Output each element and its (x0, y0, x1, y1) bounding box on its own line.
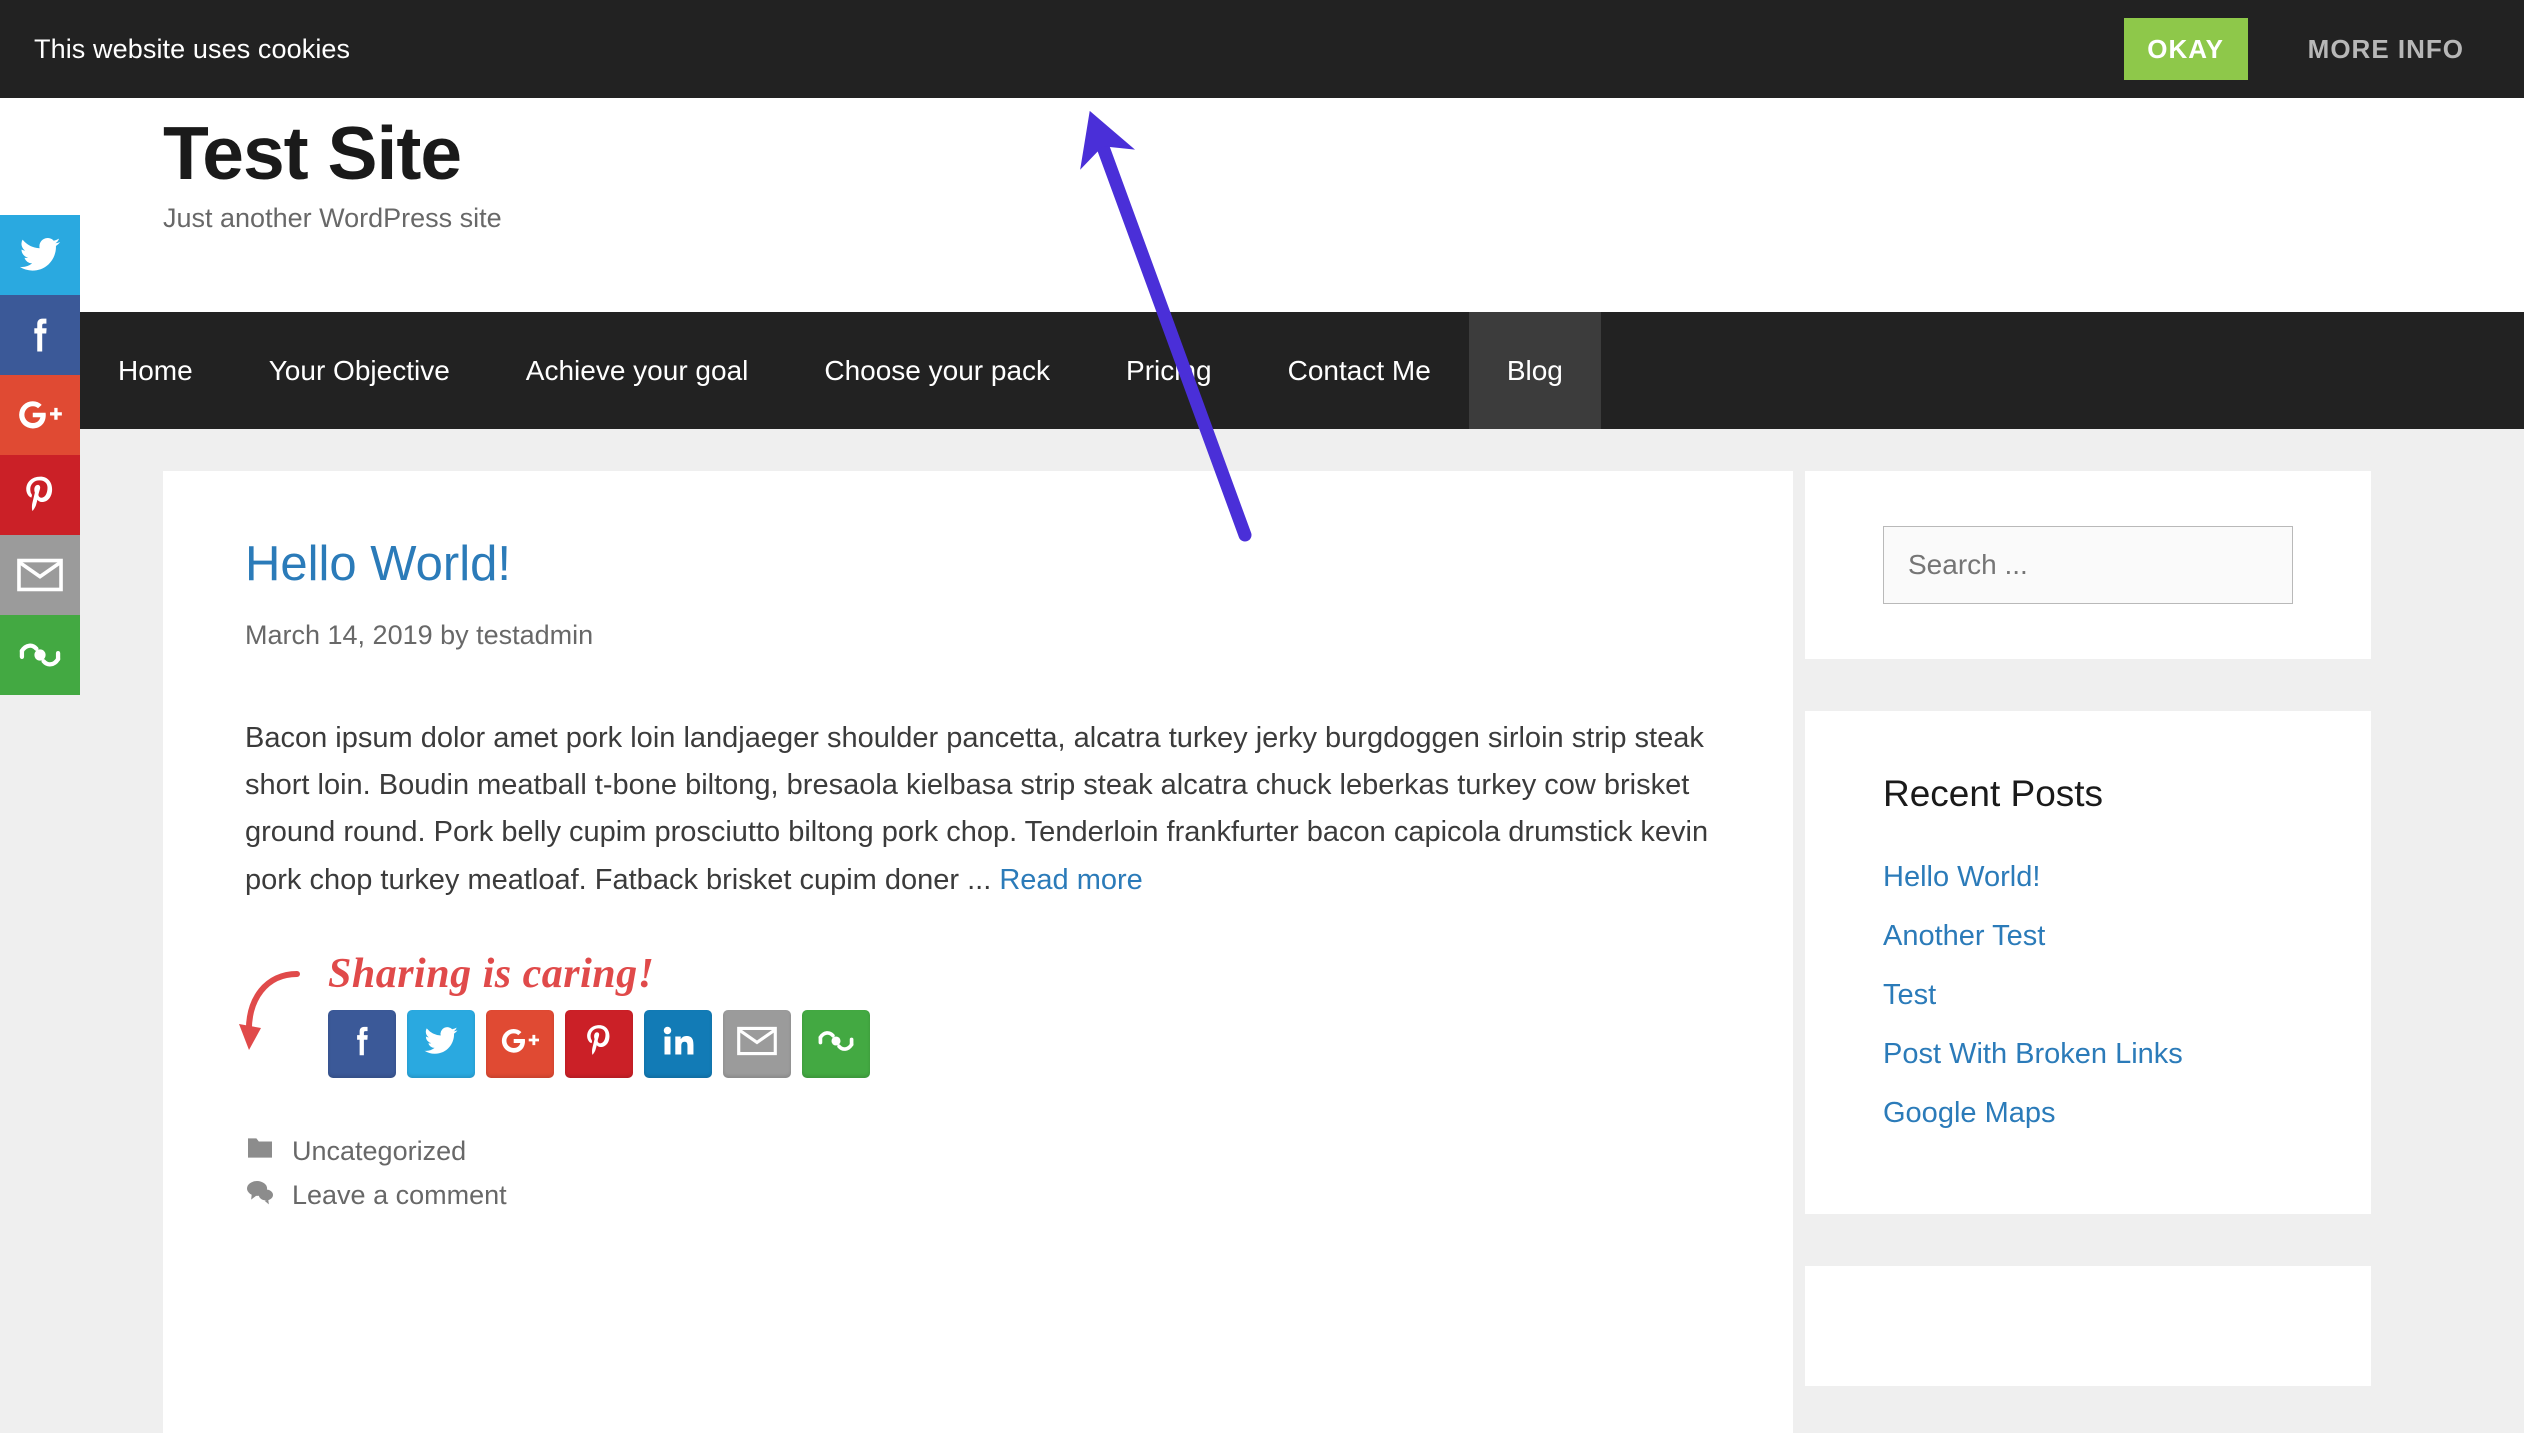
main-navigation: Home Your Objective Achieve your goal Ch… (80, 312, 2524, 429)
facebook-icon (18, 313, 62, 357)
share-twitter-button[interactable] (407, 1009, 475, 1078)
nav-item-your-objective[interactable]: Your Objective (231, 312, 488, 429)
sidebar: Recent Posts Hello World! Another Test T… (1805, 471, 2371, 1433)
rail-email-button[interactable] (0, 535, 80, 615)
nav-item-contact-me[interactable]: Contact Me (1250, 312, 1469, 429)
email-icon (737, 1026, 777, 1061)
share-linkedin-button[interactable] (644, 1009, 712, 1078)
post-excerpt: Bacon ipsum dolor amet pork loin landjae… (245, 715, 1711, 904)
nav-item-achieve-your-goal[interactable]: Achieve your goal (488, 312, 787, 429)
rail-share-button[interactable] (0, 615, 80, 695)
site-header: Test Site Just another WordPress site (0, 98, 2524, 312)
list-item: Test (1883, 979, 2293, 1012)
recent-posts-title: Recent Posts (1883, 773, 2104, 814)
cookie-message: This website uses cookies (34, 33, 351, 64)
list-item: Google Maps (1883, 1097, 2293, 1130)
content-area: Hello World! March 14, 2019 by testadmin… (0, 429, 2524, 1433)
googleplus-icon (17, 392, 63, 438)
nav-list: Home Your Objective Achieve your goal Ch… (80, 312, 2524, 429)
share-heading: Sharing is caring! (328, 950, 655, 997)
share-button-row (328, 1009, 1711, 1078)
share-facebook-button[interactable] (328, 1009, 396, 1078)
post-category-link[interactable]: Uncategorized (292, 1136, 466, 1167)
recent-post-link-test[interactable]: Test (1883, 979, 1936, 1011)
recent-post-link-google-maps[interactable]: Google Maps (1883, 1097, 2056, 1129)
post-title-link[interactable]: Hello World! (245, 535, 511, 594)
share-email-button[interactable] (723, 1009, 791, 1078)
read-more-link[interactable]: Read more (999, 864, 1142, 896)
share-pinterest-button[interactable] (565, 1009, 633, 1078)
leave-comment-link[interactable]: Leave a comment (292, 1180, 507, 1211)
rail-googleplus-button[interactable] (0, 375, 80, 455)
social-share-rail (0, 215, 80, 695)
post-footer: Uncategorized Leave a comment (245, 1136, 1711, 1294)
widget-placeholder (1805, 1266, 2371, 1386)
folder-icon (245, 1136, 275, 1167)
twitter-icon (18, 233, 62, 277)
share-icon (17, 635, 63, 675)
twitter-icon (423, 1023, 459, 1064)
nav-item-home[interactable]: Home (80, 312, 231, 429)
linkedin-icon (660, 1023, 696, 1064)
recent-posts-list: Hello World! Another Test Test Post With… (1883, 861, 2293, 1130)
email-icon (17, 557, 63, 593)
nav-item-choose-your-pack[interactable]: Choose your pack (786, 312, 1088, 429)
cookie-more-info-link[interactable]: MORE INFO (2308, 34, 2464, 65)
facebook-icon (343, 1022, 381, 1065)
cookie-consent-banner: This website uses cookies OKAY MORE INFO (0, 0, 2524, 98)
site-title[interactable]: Test Site (163, 112, 462, 195)
cookie-actions: OKAY MORE INFO (2123, 0, 2524, 98)
rail-twitter-button[interactable] (0, 215, 80, 295)
widget-recent-posts: Recent Posts Hello World! Another Test T… (1805, 711, 2371, 1214)
nav-item-pricing[interactable]: Pricing (1088, 312, 1250, 429)
pinterest-icon (18, 473, 62, 517)
list-item: Another Test (1883, 920, 2293, 953)
rail-facebook-button[interactable] (0, 295, 80, 375)
site-description: Just another WordPress site (163, 203, 502, 233)
curved-arrow-icon (237, 958, 317, 1068)
post-excerpt-text: Bacon ipsum dolor amet pork loin landjae… (245, 721, 1709, 896)
googleplus-icon (500, 1023, 540, 1064)
list-item: Post With Broken Links (1883, 1038, 2293, 1071)
page-root: This website uses cookies OKAY MORE INFO… (0, 0, 2524, 1433)
primary-content-card: Hello World! March 14, 2019 by testadmin… (163, 471, 1793, 1433)
cookie-okay-button[interactable]: OKAY (2123, 18, 2248, 80)
share-block: Sharing is caring! (239, 950, 1711, 1078)
recent-post-link-hello-world[interactable]: Hello World! (1883, 861, 2040, 893)
rail-pinterest-button[interactable] (0, 455, 80, 535)
comment-bubble-icon (245, 1179, 275, 1212)
nav-item-blog[interactable]: Blog (1468, 312, 1601, 429)
share-more-button[interactable] (802, 1009, 870, 1078)
recent-post-link-post-with-broken-links[interactable]: Post With Broken Links (1883, 1038, 2183, 1070)
recent-post-link-another-test[interactable]: Another Test (1883, 920, 2045, 952)
post-article: Hello World! March 14, 2019 by testadmin… (163, 471, 1793, 1294)
widget-search (1805, 471, 2371, 659)
post-meta: March 14, 2019 by testadmin (245, 619, 594, 650)
pinterest-icon (580, 1022, 618, 1065)
search-input[interactable] (1883, 526, 2293, 604)
share-icon (816, 1024, 856, 1063)
list-item: Hello World! (1883, 861, 2293, 894)
post-category-line: Uncategorized (245, 1136, 1711, 1167)
post-comment-line: Leave a comment (245, 1179, 1711, 1212)
share-googleplus-button[interactable] (486, 1009, 554, 1078)
